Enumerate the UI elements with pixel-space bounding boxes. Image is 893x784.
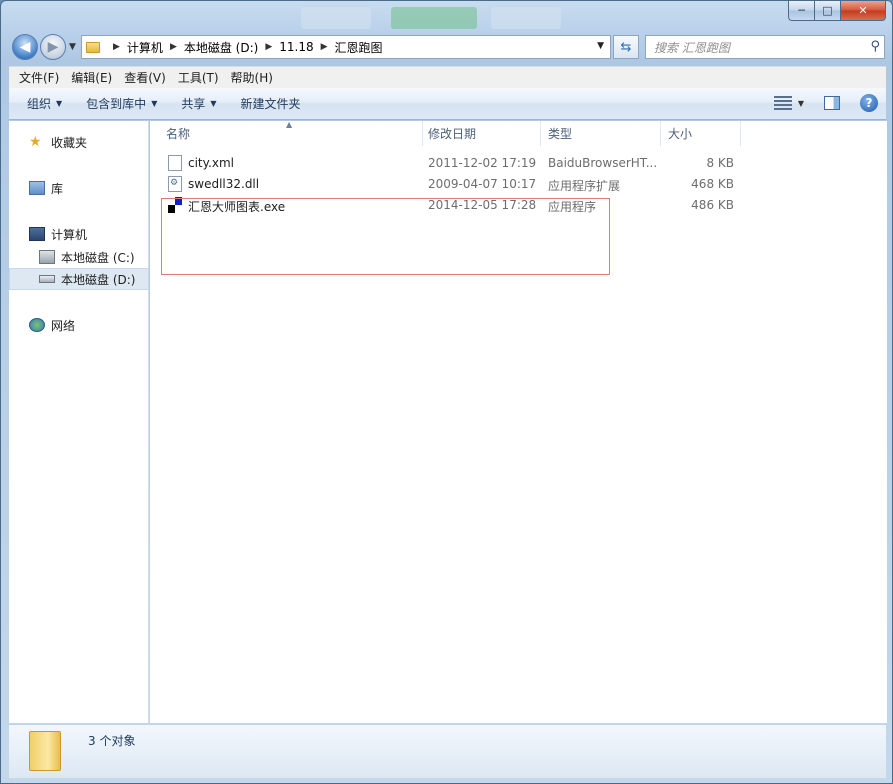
column-type-label: 类型	[548, 127, 573, 141]
star-icon: ★	[29, 134, 42, 150]
file-type: 应用程序扩展	[548, 179, 621, 193]
folder-icon	[29, 731, 61, 771]
file-size: 486 KB	[691, 198, 734, 212]
drive-icon	[39, 275, 55, 283]
help-icon[interactable]: ?	[860, 94, 878, 112]
nav-item-network[interactable]: 网络	[9, 314, 149, 336]
file-size: 468 KB	[691, 177, 734, 191]
address-row: ◀ ▶ ▼ ▶ 计算机 ▶ 本地磁盘 (D:) ▶ 11.18 ▶ 汇恩跑图 ▼…	[9, 32, 886, 62]
file-modified: 2009-04-07 10:17	[428, 177, 537, 191]
search-placeholder: 搜索 汇恩跑图	[654, 40, 730, 55]
navigation-pane: ★ 收藏夹 库 计算机 本地磁盘 (C:) 本地磁盘 (D:) 网络	[9, 121, 149, 723]
chevron-down-icon: ▼	[151, 99, 158, 108]
menu-tools[interactable]: 工具(T)	[172, 69, 225, 86]
view-options-icon[interactable]	[773, 96, 792, 110]
caption-buttons: ─ □ ✕	[788, 1, 886, 21]
search-input[interactable]: 搜索 汇恩跑图 ⚲	[645, 35, 885, 59]
arrow-right-icon: ▶	[47, 39, 59, 55]
view-controls: ▼ ?	[773, 94, 878, 112]
new-folder-label: 新建文件夹	[240, 97, 301, 111]
dll-file-icon	[168, 176, 182, 192]
close-button[interactable]: ✕	[841, 1, 886, 21]
annotation-highlight-box	[161, 198, 610, 275]
share-label: 共享	[181, 97, 206, 111]
command-bar: 组织 ▼ 包含到库中 ▼ 共享 ▼ 新建文件夹 ▼ ?	[9, 88, 886, 120]
file-row[interactable]: city.xml 2011-12-02 17:19 BaiduBrowserHT…	[150, 153, 750, 174]
arrow-left-icon: ◀	[19, 39, 31, 55]
search-icon[interactable]: ⚲	[870, 39, 880, 54]
share-button[interactable]: 共享 ▼	[173, 95, 224, 112]
file-type: BaiduBrowserHT...	[548, 156, 658, 170]
chevron-right-icon[interactable]: ▶	[170, 42, 177, 52]
menu-help[interactable]: 帮助(H)	[225, 69, 279, 86]
drive-windows-icon	[39, 250, 55, 264]
refresh-button[interactable]: ⇆	[613, 35, 639, 59]
column-type[interactable]: 类型	[540, 121, 661, 146]
chevron-down-icon: ▼	[210, 99, 217, 108]
column-size-label: 大小	[668, 127, 693, 141]
background-tab	[391, 7, 477, 29]
menu-bar: 文件(F) 编辑(E) 查看(V) 工具(T) 帮助(H)	[9, 66, 886, 88]
minimize-button[interactable]: ─	[788, 1, 815, 21]
xml-file-icon	[168, 155, 182, 171]
chevron-down-icon[interactable]: ▼	[798, 99, 804, 108]
file-row[interactable]: swedll32.dll 2009-04-07 10:17 应用程序扩展 468…	[150, 174, 750, 195]
details-pane: 3 个对象	[9, 724, 886, 778]
column-header: ▲ 名称 修改日期 类型 大小	[150, 120, 887, 146]
column-size[interactable]: 大小	[660, 121, 741, 146]
column-name[interactable]: 名称	[158, 121, 423, 146]
file-modified: 2011-12-02 17:19	[428, 156, 537, 170]
recent-pages-dropdown[interactable]: ▼	[69, 42, 76, 52]
refresh-icon: ⇆	[620, 39, 632, 55]
breadcrumb-drive-d[interactable]: 本地磁盘 (D:)	[184, 39, 258, 56]
nav-item-libraries[interactable]: 库	[9, 177, 149, 199]
item-count: 3 个对象	[88, 734, 136, 748]
include-library-label: 包含到库中	[86, 97, 147, 111]
breadcrumb-folder-1118[interactable]: 11.18	[279, 40, 313, 54]
computer-icon	[29, 227, 45, 241]
explorer-window: ─ □ ✕ ◀ ▶ ▼ ▶ 计算机 ▶ 本地磁盘 (D:) ▶ 11.18 ▶ …	[0, 0, 893, 784]
address-history-dropdown[interactable]: ▼	[597, 41, 604, 51]
organize-label: 组织	[27, 97, 52, 111]
nav-item-computer[interactable]: 计算机	[9, 223, 149, 245]
column-modified-label: 修改日期	[428, 127, 477, 141]
column-modified[interactable]: 修改日期	[420, 121, 541, 146]
menu-file[interactable]: 文件(F)	[13, 69, 65, 86]
nav-drive-d-label: 本地磁盘 (D:)	[61, 272, 136, 287]
forward-button[interactable]: ▶	[40, 34, 66, 60]
breadcrumb-current-folder[interactable]: 汇恩跑图	[335, 39, 383, 56]
organize-button[interactable]: 组织 ▼	[19, 95, 70, 112]
nav-network-label: 网络	[51, 318, 76, 333]
column-name-label: 名称	[166, 127, 191, 141]
back-button[interactable]: ◀	[12, 34, 38, 60]
preview-pane-icon[interactable]	[824, 96, 840, 110]
chevron-right-icon[interactable]: ▶	[265, 42, 272, 52]
new-folder-button[interactable]: 新建文件夹	[233, 95, 309, 112]
maximize-button[interactable]: □	[815, 1, 841, 21]
address-bar[interactable]: ▶ 计算机 ▶ 本地磁盘 (D:) ▶ 11.18 ▶ 汇恩跑图 ▼	[81, 35, 611, 59]
chevron-right-icon[interactable]: ▶	[321, 42, 328, 52]
file-name: city.xml	[188, 156, 234, 170]
library-icon	[29, 181, 45, 195]
nav-libraries-label: 库	[51, 181, 64, 196]
nav-computer-label: 计算机	[51, 227, 88, 242]
breadcrumb-computer[interactable]: 计算机	[127, 39, 163, 56]
file-name: swedll32.dll	[188, 177, 260, 191]
nav-favorites-label: 收藏夹	[51, 135, 88, 150]
background-tab	[301, 7, 371, 29]
nav-item-drive-c[interactable]: 本地磁盘 (C:)	[9, 246, 149, 268]
nav-item-favorites[interactable]: ★ 收藏夹	[9, 131, 149, 153]
breadcrumb: ▶ 计算机 ▶ 本地磁盘 (D:) ▶ 11.18 ▶ 汇恩跑图	[106, 39, 383, 56]
background-tab	[491, 7, 561, 29]
file-size: 8 KB	[706, 156, 734, 170]
include-in-library-button[interactable]: 包含到库中 ▼	[78, 95, 165, 112]
nav-item-drive-d[interactable]: 本地磁盘 (D:)	[9, 268, 149, 290]
nav-drive-c-label: 本地磁盘 (C:)	[61, 250, 135, 265]
folder-icon	[86, 41, 100, 53]
chevron-down-icon: ▼	[56, 99, 63, 108]
network-icon	[29, 318, 45, 332]
chevron-right-icon[interactable]: ▶	[113, 42, 120, 52]
menu-view[interactable]: 查看(V)	[118, 69, 172, 86]
menu-edit[interactable]: 编辑(E)	[65, 69, 118, 86]
